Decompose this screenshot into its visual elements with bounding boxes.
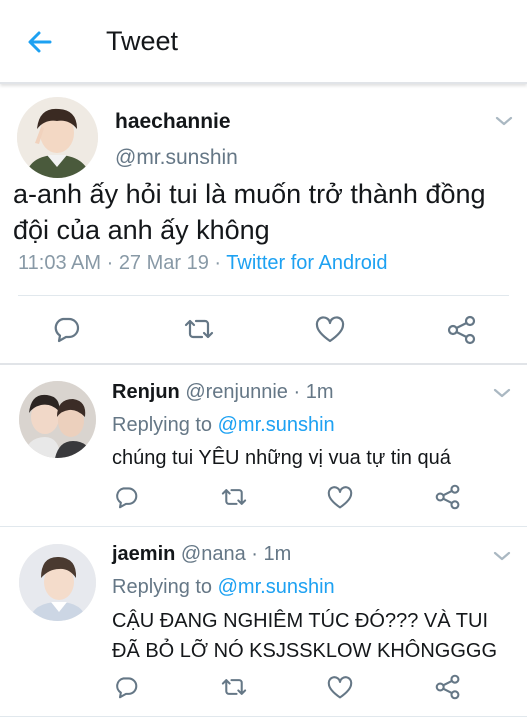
tweet-date: 27 Mar 19	[118, 252, 209, 274]
retweet-icon	[184, 319, 214, 339]
chevron-down-icon	[495, 116, 513, 126]
divider	[0, 716, 527, 717]
replying-to: Replying to @mr.sunshin	[112, 414, 335, 437]
share-button[interactable]	[435, 674, 461, 700]
comment-bubble-icon	[116, 677, 138, 699]
reply-text: CẬU ĐANG NGHIÊM TÚC ĐÓ??? VÀ TUI ĐÃ BỎ L…	[112, 610, 497, 662]
author-handle[interactable]: @nana	[181, 543, 246, 565]
tweet-age: · 1m	[245, 543, 292, 565]
tweet-metadata: 11:03 AM · 27 Mar 19 · Twitter for Andro…	[18, 252, 387, 275]
author-name[interactable]: jaemin	[112, 543, 175, 565]
mention-link[interactable]: @mr.sunshin	[218, 576, 335, 598]
more-options-button[interactable]	[494, 114, 514, 128]
replying-to-label: Replying to	[112, 414, 218, 436]
replying-to-label: Replying to	[112, 576, 218, 598]
author-name[interactable]: Renjun	[112, 381, 180, 403]
chevron-down-icon	[493, 551, 511, 561]
avatar[interactable]	[19, 544, 96, 621]
author-name[interactable]: haechannie	[115, 110, 231, 134]
chevron-down-icon	[493, 388, 511, 398]
comment-bubble-icon	[116, 487, 138, 509]
mention-link[interactable]: @mr.sunshin	[218, 414, 335, 436]
share-icon	[435, 484, 460, 510]
retweet-button[interactable]	[220, 485, 248, 509]
reply-header: jaemin @nana · 1m	[112, 543, 291, 566]
app-header: Tweet	[0, 0, 527, 84]
tweet-source-link[interactable]: Twitter for Android	[226, 252, 387, 274]
heart-icon	[315, 316, 345, 343]
divider	[0, 526, 527, 527]
reply-button[interactable]	[114, 675, 138, 699]
like-button[interactable]	[315, 316, 345, 344]
share-icon	[435, 674, 460, 700]
heart-icon	[327, 676, 353, 699]
back-button[interactable]	[24, 26, 56, 58]
more-options-button[interactable]	[492, 549, 512, 563]
more-options-button[interactable]	[492, 386, 512, 400]
replying-to: Replying to @mr.sunshin	[112, 576, 335, 599]
like-button[interactable]	[327, 486, 353, 510]
tweet-time: 11:03 AM	[18, 252, 102, 274]
reply-header: Renjun @renjunnie · 1m	[112, 381, 334, 404]
arrow-left-icon	[28, 31, 52, 53]
divider	[18, 295, 509, 296]
heart-icon	[327, 486, 353, 509]
share-icon	[447, 315, 476, 345]
author-handle[interactable]: @renjunnie	[185, 381, 288, 403]
meta-separator: ·	[208, 252, 227, 274]
reply-text: chúng tui YÊU những vị vua tự tin quá	[112, 447, 451, 469]
reply-button[interactable]	[114, 485, 138, 509]
avatar[interactable]	[19, 381, 96, 458]
like-button[interactable]	[327, 676, 353, 700]
share-button[interactable]	[435, 484, 461, 510]
comment-bubble-icon	[54, 317, 80, 343]
reply-button[interactable]	[52, 315, 80, 343]
page-title: Tweet	[106, 26, 179, 56]
tweet-age: · 1m	[287, 381, 334, 403]
retweet-icon	[221, 679, 247, 695]
divider	[0, 363, 527, 365]
meta-separator: ·	[101, 252, 119, 274]
retweet-button[interactable]	[183, 315, 215, 343]
retweet-icon	[221, 489, 247, 505]
author-handle[interactable]: @mr.sunshin	[115, 146, 238, 170]
avatar[interactable]	[17, 97, 98, 178]
tweet-text: a-anh ấy hỏi tui là muốn trở thành đồng …	[13, 179, 486, 245]
retweet-button[interactable]	[220, 675, 248, 699]
share-button[interactable]	[447, 315, 477, 345]
